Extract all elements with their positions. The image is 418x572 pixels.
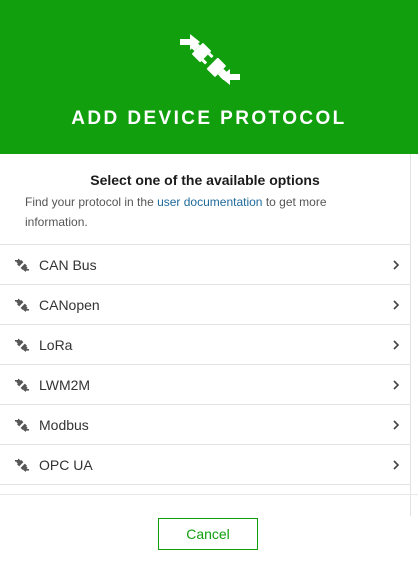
list-item-label: CANopen bbox=[39, 297, 100, 313]
list-item-label: LWM2M bbox=[39, 377, 91, 393]
user-documentation-link[interactable]: user documentation bbox=[157, 195, 262, 209]
dialog-title: ADD DEVICE PROTOCOL bbox=[71, 108, 347, 129]
list-item-label: LoRa bbox=[39, 337, 73, 353]
chevron-right-icon bbox=[393, 380, 400, 390]
footer-divider bbox=[0, 494, 418, 495]
list-item-can-bus[interactable]: CAN Bus bbox=[0, 245, 410, 285]
plug-icon bbox=[15, 338, 29, 352]
list-item-lwm2m[interactable]: LWM2M bbox=[0, 365, 410, 405]
list-item-lora[interactable]: LoRa bbox=[0, 325, 410, 365]
chevron-right-icon bbox=[393, 300, 400, 310]
plug-icon bbox=[15, 418, 29, 432]
intro-title: Select one of the available options bbox=[90, 172, 320, 188]
plug-icon bbox=[15, 458, 29, 472]
intro-text-start: Find your protocol in the bbox=[25, 195, 158, 209]
list-item-modbus[interactable]: Modbus bbox=[0, 405, 410, 445]
plug-connect-icon bbox=[180, 34, 240, 85]
list-item-label: OPC UA bbox=[39, 457, 93, 473]
list-item-opc-ua[interactable]: OPC UA bbox=[0, 445, 410, 485]
intro-text: Find your protocol in the user documenta… bbox=[25, 192, 365, 232]
chevron-right-icon bbox=[393, 340, 400, 350]
list-item-label: Modbus bbox=[39, 417, 89, 433]
plug-icon bbox=[15, 378, 29, 392]
chevron-right-icon bbox=[393, 460, 400, 470]
list-item-canopen[interactable]: CANopen bbox=[0, 285, 410, 325]
chevron-right-icon bbox=[393, 260, 400, 270]
cancel-button[interactable]: Cancel bbox=[158, 518, 258, 550]
protocol-list: CAN Bus CANopen LoRa LWM2M Modbus OPC UA bbox=[0, 244, 410, 492]
plug-icon bbox=[15, 258, 29, 272]
plug-icon bbox=[15, 298, 29, 312]
chevron-right-icon bbox=[393, 420, 400, 430]
dialog-header: ADD DEVICE PROTOCOL bbox=[0, 0, 418, 154]
list-scrollbar[interactable] bbox=[410, 154, 418, 516]
list-item-label: CAN Bus bbox=[39, 257, 97, 273]
